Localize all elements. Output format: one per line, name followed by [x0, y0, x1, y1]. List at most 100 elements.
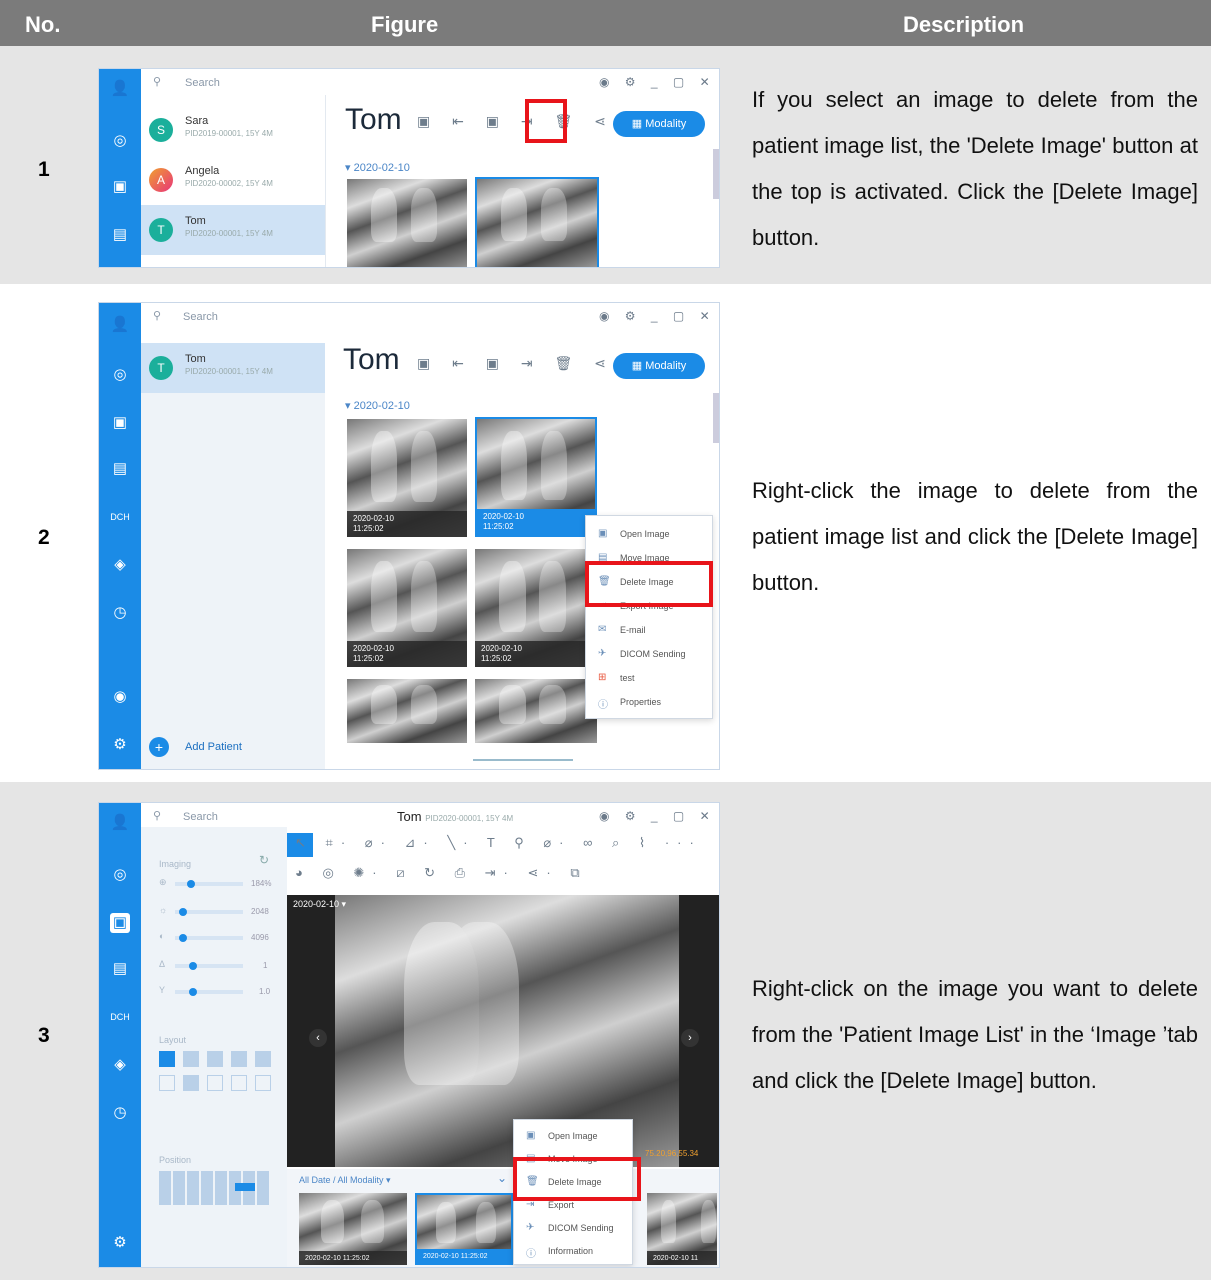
xray-thumbnail[interactable]	[347, 679, 467, 743]
patient-name: Tom	[185, 215, 206, 227]
dcm-icon[interactable]: DCH	[110, 507, 130, 527]
image-toolbar[interactable]: ▣ ⇤ ▣ ⇥ 🗑 ⋖·	[417, 113, 629, 130]
menu-item-information[interactable]: ⓘ Information	[514, 1239, 632, 1263]
avatar: T	[149, 218, 173, 242]
search-icon: ⚲	[153, 310, 162, 322]
position-label: Position	[159, 1155, 192, 1165]
menu-item-dicom-sending[interactable]: ✈ DICOM Sending	[514, 1216, 632, 1240]
xray-thumbnail[interactable]: 2020-02-10 11:25:02	[347, 549, 467, 667]
patient-name: Sara	[185, 115, 209, 127]
settings-icon[interactable]: ⚙	[110, 735, 130, 755]
date-group[interactable]: ▾ 2020-02-10	[345, 161, 410, 174]
row-description: If you select an image to delete from th…	[752, 87, 1198, 250]
menu-item-test[interactable]: ⊞ test	[586, 666, 712, 690]
history-icon[interactable]: ◷	[110, 1103, 130, 1123]
scrollbar[interactable]	[713, 393, 719, 443]
reset-icon[interactable]: ↻	[259, 853, 269, 867]
patient-item-sara[interactable]: S Sara PID2019-00001, 15Y 4M	[141, 105, 325, 155]
scrollbar[interactable]	[713, 149, 719, 199]
slider-brightness[interactable]: ☼ 2048	[159, 905, 279, 919]
cube-icon[interactable]: ◈	[110, 1055, 130, 1075]
toolbar-row-2[interactable]: ◕ ◎ ✺· ⧄ ↻ ⎙ ⇥· ⋖· ⧉	[295, 865, 588, 881]
image-date[interactable]: 2020-02-10 ▾	[293, 899, 346, 910]
table-row-2: 2 👤 ◎ ▣ ▤ DCH ◈ ◷ ◉ ⚙ ⚲ Search ◉ ⚙ _ ▢ ✕…	[0, 284, 1211, 782]
window-controls[interactable]: ◉ ⚙ _ ▢ ✕	[599, 309, 716, 323]
xray-thumbnail[interactable]: 2020-02-10 11:25:02	[475, 549, 597, 667]
report-icon[interactable]: ▤	[110, 459, 130, 479]
patient-icon[interactable]: 👤	[110, 315, 130, 335]
cube-icon[interactable]: ◈	[110, 555, 130, 575]
menu-item-email[interactable]: ✉ E-mail	[586, 618, 712, 642]
image-toolbar[interactable]: ▣ ⇤ ▣ ⇥ 🗑 ⋖·	[417, 355, 629, 372]
highlight-delete-menu-item	[585, 561, 713, 607]
add-patient-button[interactable]: Add Patient	[185, 741, 242, 753]
filter-dropdown[interactable]: All Date / All Modality ▾	[299, 1175, 391, 1186]
date-group[interactable]: ▾ 2020-02-10	[345, 399, 410, 412]
modality-button[interactable]: ▦ Modality	[613, 353, 705, 379]
zoom-slider[interactable]	[473, 759, 573, 761]
patient-id: PID2020-00001, 15Y 4M	[185, 229, 273, 238]
slider-sharpness[interactable]: Δ 1	[159, 959, 279, 973]
patient-name: Angela	[185, 165, 220, 177]
xray-thumbnail[interactable]: 2020-02-10 11:25:02	[347, 419, 467, 537]
menu-item-dicom-sending[interactable]: ✈ DICOM Sending	[586, 642, 712, 666]
xray-thumbnail-selected[interactable]	[475, 177, 599, 267]
slider-contrast[interactable]: ◐ 4096	[159, 931, 279, 945]
window-controls[interactable]: ◉ ⚙ _ ▢ ✕	[599, 75, 716, 89]
add-patient-icon[interactable]: +	[149, 737, 169, 757]
window-controls[interactable]: ◉ ⚙ _ ▢ ✕	[599, 809, 716, 823]
patient-item-tom[interactable]: T Tom PID2020-00001, 15Y 4M	[141, 205, 325, 255]
camera-icon[interactable]: ◎	[110, 865, 130, 885]
app-sidebar: 👤 ◎ ▣ ▤ DCH ◈ ◷ ◉ ⚙	[99, 303, 141, 769]
modality-button[interactable]: ▦ Modality	[613, 111, 705, 137]
page-title: Tom	[343, 343, 400, 376]
layout-label: Layout	[159, 1035, 187, 1045]
search-input[interactable]: Search	[183, 311, 218, 323]
menu-item-open-image[interactable]: ▣ Open Image	[586, 522, 712, 546]
menu-item-open-image[interactable]: ▣ Open Image	[514, 1124, 632, 1148]
row-number: 1	[38, 158, 50, 181]
xray-thumbnail[interactable]: 2020-02-10 11	[647, 1193, 717, 1265]
header-figure: Figure	[371, 12, 439, 37]
image-icon[interactable]: ▣	[110, 913, 130, 933]
patient-icon[interactable]: 👤	[110, 813, 130, 833]
position-grid[interactable]	[159, 1171, 271, 1205]
toolbar-row-1[interactable]: ↖ ⌗· ⌀· ⊿· ╲· T ⚲ ⌀· ∞ ⌕ ⌇ ···	[295, 835, 702, 851]
next-image-button[interactable]: ›	[681, 1029, 699, 1047]
search-icon: ⚲	[153, 810, 162, 822]
image-icon[interactable]: ▣	[110, 177, 130, 197]
xray-thumbnail-selected[interactable]: 2020-02-10 11:25:02	[415, 1193, 513, 1265]
slider-gamma[interactable]: Y 1.0	[159, 985, 279, 999]
search-input[interactable]: Search	[185, 77, 220, 89]
patient-item-tom[interactable]: T Tom PID2020-00001, 15Y 4M	[141, 343, 325, 393]
camera-icon[interactable]: ◎	[110, 131, 130, 151]
prev-image-button[interactable]: ‹	[309, 1029, 327, 1047]
xray-thumbnail-selected[interactable]: 2020-02-10 11:25:02	[475, 417, 597, 537]
imaging-label: Imaging	[159, 859, 192, 869]
row-description: Right-click the image to delete from the…	[752, 478, 1198, 595]
chevron-down-icon[interactable]: ⌄	[497, 1171, 507, 1185]
eye-icon[interactable]: ◉	[110, 687, 130, 707]
camera-icon[interactable]: ◎	[110, 365, 130, 385]
history-icon[interactable]: ◷	[110, 603, 130, 623]
layout-grid[interactable]	[159, 1051, 271, 1097]
dcm-icon[interactable]: DCH	[110, 1007, 130, 1027]
report-icon[interactable]: ▤	[110, 959, 130, 979]
report-icon[interactable]: ▤	[110, 225, 130, 245]
menu-item-properties[interactable]: ⓘ Properties	[586, 690, 712, 714]
row-number: 2	[38, 526, 50, 549]
search-input[interactable]: Search	[183, 811, 218, 823]
xray-thumbnail[interactable]	[475, 679, 597, 743]
patient-id: PID2019-00001, 15Y 4M	[185, 129, 273, 138]
xray-thumbnail[interactable]	[347, 179, 467, 267]
page-title: Tom	[345, 103, 402, 136]
slider-zoom[interactable]: ⊕ 184%	[159, 877, 279, 891]
settings-icon[interactable]: ⚙	[110, 1233, 130, 1253]
image-icon[interactable]: ▣	[110, 413, 130, 433]
patient-item-angela[interactable]: A Angela PID2020-00002, 15Y 4M	[141, 155, 325, 205]
app-sidebar: 👤 ◎ ▣ ▤	[99, 69, 141, 267]
xray-thumbnail[interactable]: 2020-02-10 11:25:02	[299, 1193, 407, 1265]
header-description: Description	[903, 12, 1025, 37]
patient-icon[interactable]: 👤	[110, 79, 130, 99]
patient-id: PID2020-00001, 15Y 4M	[185, 367, 273, 376]
